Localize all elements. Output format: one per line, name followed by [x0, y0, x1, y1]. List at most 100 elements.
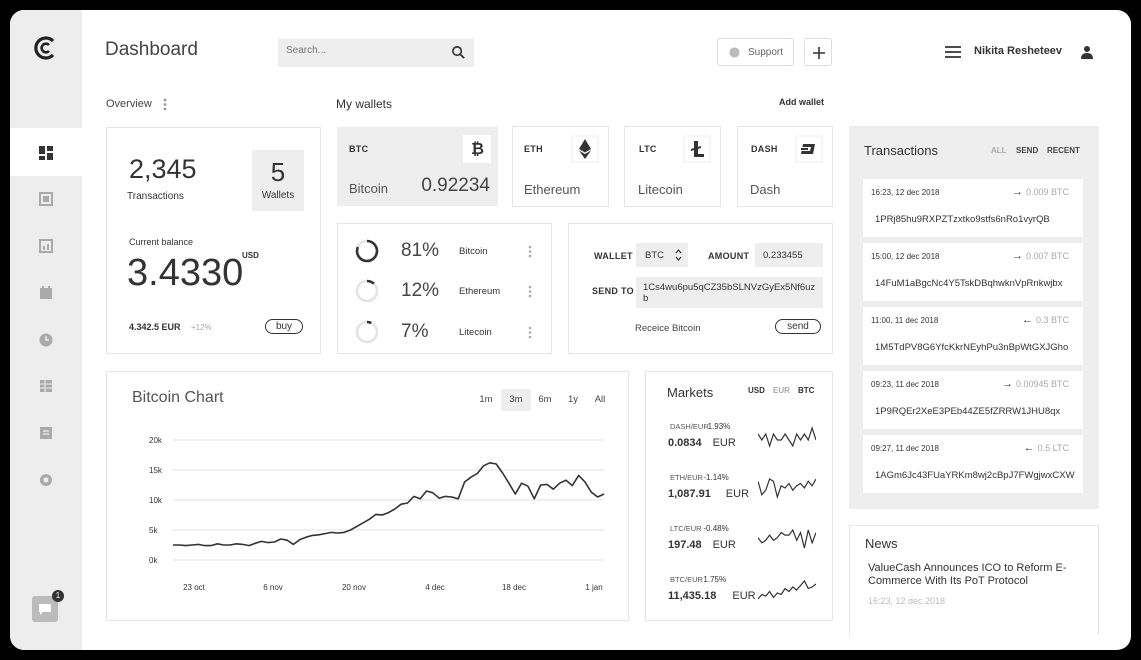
gear-icon[interactable] [38, 472, 54, 488]
transaction-amount: ← 0.5 LTC [1024, 442, 1069, 454]
transaction-address: 1AGm6Jc43FUaYRKm8wj2cBpJ7FWgjwxCXW [875, 470, 1075, 481]
transaction-address: 1P9RQEr2XeE3PEb44ZE5fZRRW1JHU8qx [875, 406, 1061, 417]
market-row[interactable]: BTC/EUR 1.75% 11,435.18 EUR [668, 575, 828, 615]
user-icon[interactable] [1080, 45, 1094, 59]
market-unit: EUR [712, 437, 736, 449]
overview-more-icon[interactable] [163, 98, 167, 111]
search-bar[interactable] [278, 39, 474, 67]
transaction-item[interactable]: 11:00, 11 dec 2018 ← 0.3 BTC 1M5TdPV8G6YfcK… [863, 307, 1083, 365]
support-label: Support [748, 47, 784, 58]
amount-value: 0.233455 [763, 250, 803, 261]
wallet-card-btc[interactable]: BTC ₿ Bitcoin 0.92234 [337, 127, 498, 206]
wallet-card-eth[interactable]: ETH Ethereum [512, 126, 609, 207]
dashboard-icon[interactable] [38, 145, 54, 161]
currency-btc[interactable]: BTC [798, 386, 814, 395]
table-icon[interactable] [38, 378, 54, 394]
x-tick-label: 6 nov [263, 583, 283, 592]
allocation-row: 81% Bitcoin [338, 238, 551, 264]
transaction-time: 11:00, 11 dec 2018 [871, 316, 939, 325]
arrow-right-icon: → [1011, 186, 1023, 198]
currency-usd[interactable]: USD [748, 386, 765, 395]
wallet-field-label: WALLET [594, 251, 633, 261]
filter-recent[interactable]: RECENT [1047, 146, 1080, 155]
more-icon[interactable] [528, 285, 532, 298]
chat-badge: 1 [52, 590, 64, 602]
amount-label: AMOUNT [708, 251, 750, 261]
transaction-amount-value: 0.007 BTC [1025, 251, 1069, 261]
y-tick-label: 20k [149, 436, 163, 445]
bitcoin-chart-card: Bitcoin Chart 1m 3m 6m 1y All 20k 15k 10k 5k 0k 2… [106, 371, 629, 621]
clock-icon[interactable] [38, 332, 54, 348]
send-form-card: WALLET BTC AMOUNT 0.233455 SEND TO 1Cs4w… [568, 223, 833, 354]
market-row[interactable]: DASH/EUR 1.93% 0.0834 EUR [668, 422, 828, 462]
more-icon[interactable] [528, 245, 532, 258]
transaction-address: 14FuM1aBgcNc4Y5TskDBqhwknVpRnkwjbx [875, 278, 1063, 289]
wallet-select[interactable]: BTC [636, 243, 688, 267]
logo-icon [34, 36, 55, 60]
wallet-code: BTC [349, 144, 369, 154]
arrow-right-icon: → [1011, 250, 1023, 262]
allocation-name: Bitcoin [459, 246, 488, 257]
market-change: 1.75% [703, 575, 727, 584]
transaction-time: 15:00, 12 dec 2018 [871, 252, 940, 261]
currency-eur[interactable]: EUR [773, 386, 790, 395]
balance-unit: USD [242, 251, 259, 260]
wallet-name: Litecoin [638, 182, 683, 197]
market-change: -0.48% [703, 524, 729, 533]
filter-send[interactable]: SEND [1016, 146, 1038, 155]
market-pair: ETH/EUR [670, 473, 703, 482]
transaction-time: 09:23, 11 dec 2018 [871, 380, 939, 389]
transaction-item[interactable]: 09:23, 11 dec 2018 → 0.00945 BTC 1P9RQEr2Xe… [863, 371, 1083, 429]
y-tick-label: 0k [149, 556, 158, 565]
allocation-name: Litecoin [459, 327, 492, 338]
search-icon[interactable] [451, 45, 466, 60]
progress-ring-icon [355, 320, 379, 344]
ethereum-icon [571, 135, 599, 163]
transaction-item[interactable]: 09:27, 11 dec 2018 ← 0.5 LTC 1AGm6Jc43FUaYR… [863, 435, 1083, 493]
market-unit: EUR [712, 539, 736, 551]
buy-button[interactable]: buy [265, 319, 303, 334]
add-button[interactable] [804, 38, 832, 66]
arrow-right-icon: → [1001, 378, 1013, 390]
calendar-icon[interactable] [38, 285, 54, 301]
transaction-item[interactable]: 15:00, 12 dec 2018 → 0.007 BTC 14FuM1aBgcNc… [863, 243, 1083, 301]
wallet-card-dash[interactable]: DASH Dash [737, 126, 833, 207]
more-icon[interactable] [528, 326, 532, 339]
search-input[interactable] [286, 45, 436, 56]
wallets-section-title: My wallets [336, 97, 393, 111]
wallet-card-ltc[interactable]: LTC Litecoin [624, 126, 721, 207]
support-button[interactable]: Support [717, 38, 794, 66]
wallets-count: 5 [270, 157, 286, 187]
transaction-item[interactable]: 16:23, 12 dec 2018 → 0.009 BTC 1PRj85hu9RXP… [863, 179, 1083, 237]
transaction-address: 1M5TdPV8G6YfcKkrNEyhPu3nBpWtGXJGho [875, 342, 1069, 353]
wallets-box[interactable]: 5 Wallets [252, 150, 304, 211]
eur-value: 4.342.5 EUR [129, 322, 181, 332]
menu-icon[interactable] [945, 46, 961, 58]
user-name[interactable]: Nikita Resheteev [974, 45, 1062, 57]
allocation-percent: 12% [401, 280, 440, 301]
receive-link[interactable]: Receice Bitcoin [635, 323, 700, 334]
allocation-percent: 7% [401, 321, 429, 342]
litecoin-icon [683, 135, 711, 163]
add-wallet-link[interactable]: Add wallet [779, 97, 824, 107]
market-row[interactable]: LTC/EUR -0.48% 197.48 EUR [668, 524, 828, 564]
market-unit: EUR [732, 590, 756, 602]
transaction-address: 1PRj85hu9RXPZTzxtko9stfs6nRo1vyrQB [875, 214, 1050, 225]
send-button[interactable]: send [775, 319, 821, 334]
send-to-input[interactable]: 1Cs4wu6pu5qCZ35bSLNVzGyEx5Nf6uzb [636, 277, 823, 308]
transactions-label: Transactions [127, 191, 184, 202]
amount-input[interactable]: 0.233455 [755, 243, 823, 267]
news-headline[interactable]: ValueCash Announces ICO to Reform E-Comm… [868, 562, 1088, 588]
document-icon[interactable] [38, 425, 54, 441]
progress-ring-icon [355, 279, 379, 303]
filter-all[interactable]: ALL [991, 146, 1007, 155]
x-tick-label: 23 oct [183, 583, 206, 592]
allocation-row: 7% Litecoin [338, 319, 551, 345]
market-pair: LTC/EUR [670, 524, 702, 533]
transactions-title: Transactions [864, 143, 938, 158]
wallet-icon[interactable] [38, 191, 54, 207]
stats-icon[interactable] [38, 238, 54, 254]
news-card: News ValueCash Announces ICO to Reform E… [849, 525, 1099, 635]
market-pair: BTC/EUR [670, 575, 703, 584]
market-row[interactable]: ETH/EUR -1.14% 1,087.91 EUR [668, 473, 828, 513]
